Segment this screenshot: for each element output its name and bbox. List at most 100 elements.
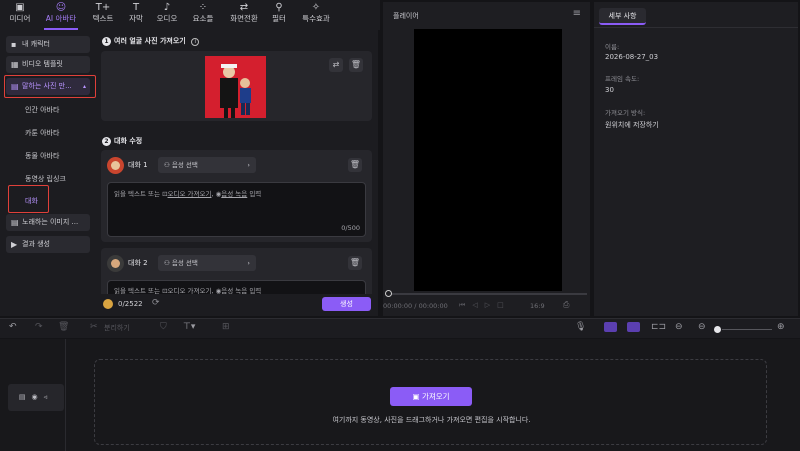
split-label[interactable]: 분리하기 <box>104 323 130 333</box>
sidebar-item-singing-image[interactable]: ▤ 노래하는 이미지 ... <box>6 214 90 231</box>
tab-elements[interactable]: ⁘ 요소들 <box>185 2 221 28</box>
import-method-value: 원위치에 저장하기 <box>605 121 659 129</box>
shield-icon[interactable]: ⛉ <box>160 322 167 332</box>
info-icon[interactable]: i <box>191 38 200 46</box>
details-panel: 세부 사항 <box>594 2 798 316</box>
music-icon: ♪ <box>163 2 171 13</box>
step-number: 1 <box>102 37 111 46</box>
menu-icon[interactable]: ≡ <box>573 8 581 19</box>
time-current: 00:00:00 <box>383 302 413 310</box>
name-value: 2026-08-27_03 <box>605 53 659 61</box>
generate-button[interactable]: 생성 <box>322 297 371 311</box>
tab-transition[interactable]: ⇄ 화면전환 <box>224 2 264 28</box>
replace-icon[interactable]: ⇄ <box>329 58 343 72</box>
tab-audio[interactable]: ♪ 오디오 <box>149 2 185 28</box>
tab-ai-avatar[interactable]: ☺ AI 아바타 <box>40 2 82 30</box>
record-voice-link[interactable]: 음성 녹음 <box>221 190 247 198</box>
tab-filter[interactable]: ⚲ 필터 <box>261 2 297 28</box>
trash-icon[interactable]: 🗑 <box>58 322 69 332</box>
playback-controls[interactable]: ⏮◁▷□ <box>459 301 511 310</box>
play-icon[interactable]: ▷ <box>485 301 497 309</box>
track-icon[interactable]: ▤ <box>19 393 32 401</box>
player-title: 플레이어 <box>393 12 419 20</box>
tab-label: 텍스트 <box>92 14 114 23</box>
undo-icon[interactable]: ↶ <box>9 322 17 332</box>
effects-icon: ✧ <box>311 2 321 13</box>
tab-label: 특수효과 <box>302 14 330 23</box>
import-audio-link[interactable]: 오디오 가져오기 <box>168 190 212 198</box>
credits-count: 0/2522 <box>118 300 143 308</box>
text-placeholder: 읽을 텍스트 또는 ⊡오디오 가져오기, ◉음성 녹음 입력 <box>114 190 262 198</box>
sidebar-item-generate-result[interactable]: ▶ 결과 생성 <box>6 236 90 253</box>
import-method-label: 가져오기 방식: <box>605 109 646 117</box>
progress-handle[interactable] <box>385 290 392 297</box>
tab-label: 요소들 <box>192 14 214 23</box>
drop-hint: 여기까지 동영상, 사진을 드래그하거나 가져오면 편집을 시작합니다. <box>332 416 531 424</box>
content-panel: 1 여러 얼굴 사진 가져오기 i ⇄ 🗑 2 대화 수정 대화 1 ⚇ 음성 … <box>96 30 378 316</box>
snap-icon[interactable] <box>627 322 640 332</box>
sidebar-item-my-character[interactable]: ▪ 내 캐릭터 <box>6 36 90 53</box>
people-photo-icon <box>220 64 251 118</box>
dialog-text-input[interactable]: 읽을 텍스트 또는 ⊡오디오 가져오기, ◉음성 녹음 입력 0/500 <box>107 182 366 237</box>
sidebar-subitem-animal-avatar[interactable]: 동물 아바타 <box>25 151 59 161</box>
avatar <box>107 157 124 174</box>
divider <box>594 27 798 28</box>
image-icon: ▤ <box>11 218 19 227</box>
voice-icon: ⚇ <box>164 161 172 169</box>
tab-details[interactable]: 세부 사항 <box>599 8 646 25</box>
sidebar-subitem-cartoon-avatar[interactable]: 카툰 아바타 <box>25 128 59 138</box>
chevron-right-icon: › <box>247 161 250 169</box>
split-view-icon[interactable]: ⊏⊐ <box>651 322 666 332</box>
redo-icon[interactable]: ↷ <box>35 322 43 332</box>
char-counter: 0/500 <box>341 224 360 232</box>
video-viewer <box>414 29 562 291</box>
zoom-in-icon[interactable]: ⊕ <box>777 322 785 332</box>
voice-select[interactable]: ⚇ 음성 선택 › <box>158 157 256 173</box>
photo-card: ⇄ 🗑 <box>101 51 372 121</box>
delete-icon[interactable]: 🗑 <box>348 256 362 270</box>
text-icon: T+ <box>95 2 111 13</box>
coin-icon <box>103 299 113 309</box>
tab-label: 화면전환 <box>230 14 258 23</box>
snapshot-icon[interactable]: ⎙ <box>563 300 569 310</box>
crop-icon[interactable]: ⊞ <box>222 322 230 332</box>
stop-icon[interactable]: □ <box>497 301 511 309</box>
text-tool-icon[interactable]: ⊤▾ <box>183 322 195 332</box>
delete-icon[interactable]: 🗑 <box>348 158 362 172</box>
delete-icon[interactable]: 🗑 <box>349 58 363 72</box>
chevron-right-icon: › <box>247 259 250 267</box>
speaker-icon[interactable]: ◃ <box>44 393 54 401</box>
template-icon: ▦ <box>11 60 19 69</box>
progress-track[interactable] <box>387 293 587 295</box>
back-icon[interactable]: ◁ <box>472 301 484 309</box>
tab-label: AI 아바타 <box>45 14 77 23</box>
time-readout: 00:00:00 / 00:00:00 <box>383 302 448 310</box>
aspect-ratio[interactable]: 16:9 <box>530 302 545 310</box>
photo-thumbnail[interactable] <box>205 56 266 118</box>
scissors-icon[interactable]: ✂ <box>90 322 98 332</box>
sidebar-subitem-video-lipsync[interactable]: 동영상 립싱크 <box>25 174 66 184</box>
media-icon: ▣ <box>15 2 25 13</box>
drop-zone[interactable]: ▣ 가져오기 여기까지 동영상, 사진을 드래그하거나 가져오면 편집을 시작합… <box>94 359 767 445</box>
mic-icon[interactable]: 🎙 <box>575 322 586 332</box>
zoom-slider[interactable] <box>722 329 772 330</box>
zoom-out-icon[interactable]: ⊖ <box>698 322 706 332</box>
tab-text[interactable]: T+ 텍스트 <box>85 2 121 28</box>
tab-media[interactable]: ▣ 미디어 <box>2 2 38 28</box>
fit-icon[interactable]: ⊖ <box>675 322 683 332</box>
sidebar-item-label: 내 캐릭터 <box>22 40 50 48</box>
name-label: 이름: <box>605 43 620 51</box>
eye-icon[interactable]: ◉ <box>32 393 44 401</box>
voice-select-label: 음성 선택 <box>171 259 198 267</box>
tab-effects[interactable]: ✧ 특수효과 <box>296 2 336 28</box>
prev-icon[interactable]: ⏮ <box>459 301 472 309</box>
avatar <box>107 255 124 272</box>
sidebar-item-video-template[interactable]: ▦ 비디오 템플릿 <box>6 56 90 73</box>
sidebar-subitem-human-avatar[interactable]: 인간 아바타 <box>25 105 59 115</box>
zoom-handle[interactable] <box>714 326 721 333</box>
sidebar-item-label: 비디오 템플릿 <box>22 60 63 68</box>
refresh-icon[interactable]: ⟳ <box>152 298 160 308</box>
import-button[interactable]: ▣ 가져오기 <box>390 387 472 406</box>
link-icon[interactable] <box>604 322 617 332</box>
voice-select[interactable]: ⚇ 음성 선택 › <box>158 255 256 271</box>
